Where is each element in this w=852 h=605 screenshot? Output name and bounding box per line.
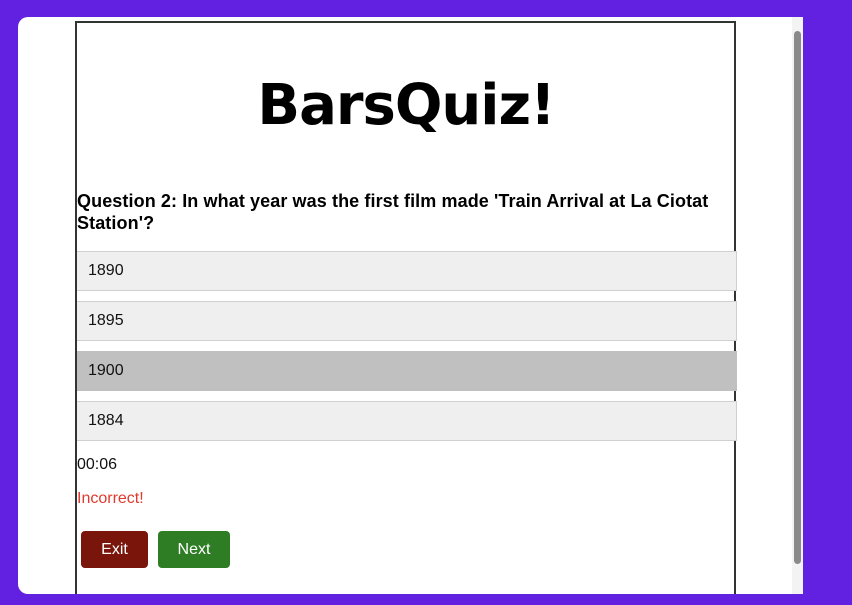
- answer-option[interactable]: 1890: [77, 251, 737, 291]
- browser-viewport: BarsQuiz! Question 2: In what year was t…: [18, 17, 803, 594]
- quiz-card: BarsQuiz! Question 2: In what year was t…: [75, 21, 737, 594]
- answer-option[interactable]: 1884: [77, 401, 737, 441]
- question-text: Question 2: In what year was the first f…: [77, 191, 709, 233]
- feedback-message: Incorrect!: [77, 490, 144, 507]
- answer-option[interactable]: 1895: [77, 301, 737, 341]
- answer-list: 1890 1895 1900 1884: [77, 251, 737, 451]
- next-button[interactable]: Next: [158, 531, 230, 568]
- answer-option[interactable]: 1900: [77, 351, 737, 391]
- scrollbar[interactable]: [792, 17, 803, 594]
- logo-text: BarsQuiz!: [261, 75, 551, 133]
- exit-button[interactable]: Exit: [81, 531, 148, 568]
- barsquiz-logo-image: BarsQuiz!: [261, 75, 551, 133]
- timer-display: 00:06: [77, 456, 118, 473]
- scrollbar-thumb[interactable]: [794, 31, 801, 564]
- logo: BarsQuiz!: [77, 75, 734, 138]
